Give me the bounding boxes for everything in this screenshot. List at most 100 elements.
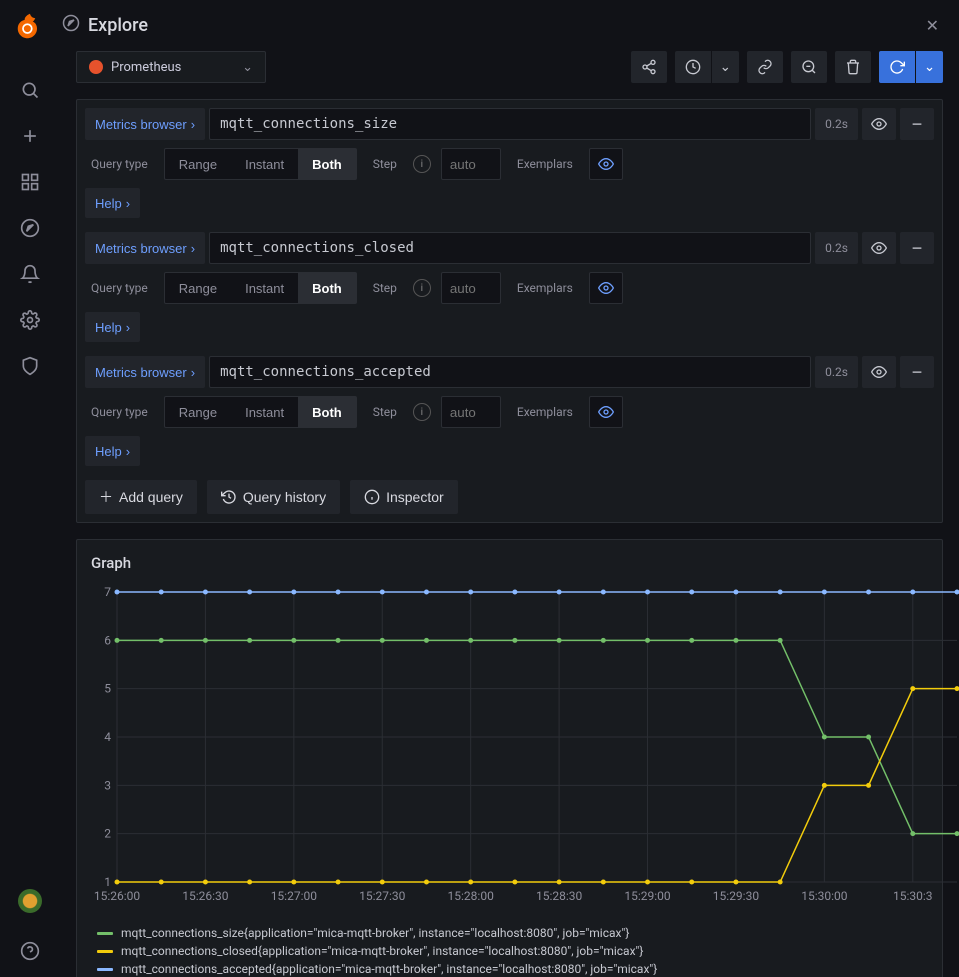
prometheus-icon	[89, 60, 103, 74]
minus-icon: −	[912, 115, 923, 133]
time-range-dropdown[interactable]: ⌄	[711, 51, 739, 83]
datasource-picker[interactable]: Prometheus ⌄	[76, 51, 266, 83]
run-interval-dropdown[interactable]: ⌄	[915, 51, 943, 83]
svg-text:15:30:00: 15:30:00	[801, 889, 848, 903]
legend-label: mqtt_connections_closed{application="mic…	[121, 944, 643, 958]
remove-query-button[interactable]: −	[900, 232, 934, 264]
dashboards-icon[interactable]	[10, 162, 50, 202]
legend-label: mqtt_connections_size{application="mica-…	[121, 926, 629, 940]
metrics-browser-button[interactable]: Metrics browser›	[85, 356, 205, 388]
remove-query-button[interactable]: −	[900, 108, 934, 140]
chevron-right-icon: ›	[126, 320, 130, 335]
run-query-button[interactable]	[879, 51, 915, 83]
plus-icon: ＋	[99, 487, 113, 507]
legend-label: mqtt_connections_accepted{application="m…	[121, 962, 657, 976]
svg-text:15:29:00: 15:29:00	[624, 889, 671, 903]
svg-text:15:28:30: 15:28:30	[536, 889, 583, 903]
query-type-label: Query type	[85, 281, 154, 295]
query-type-option[interactable]: Instant	[231, 149, 298, 179]
user-avatar[interactable]	[18, 889, 42, 913]
query-type-segmented: RangeInstantBoth	[164, 396, 357, 428]
toggle-visibility-button[interactable]	[862, 356, 896, 388]
nav-sidebar	[0, 0, 60, 977]
exemplars-toggle[interactable]	[589, 396, 623, 428]
query-type-option[interactable]: Range	[165, 273, 231, 303]
remove-query-button[interactable]: −	[900, 356, 934, 388]
inspector-button[interactable]: Inspector	[350, 480, 458, 514]
help-icon[interactable]	[10, 931, 50, 971]
legend-item[interactable]: mqtt_connections_closed{application="mic…	[97, 942, 932, 960]
search-icon[interactable]	[10, 70, 50, 110]
step-info-icon[interactable]: i	[413, 279, 431, 297]
query-type-option[interactable]: Both	[298, 397, 356, 427]
time-range-button[interactable]	[675, 51, 711, 83]
toggle-visibility-button[interactable]	[862, 108, 896, 140]
query-type-label: Query type	[85, 405, 154, 419]
chart-area[interactable]: 123456715:26:0015:26:3015:27:0015:27:301…	[87, 582, 932, 916]
legend-item[interactable]: mqtt_connections_accepted{application="m…	[97, 960, 932, 977]
step-info-icon[interactable]: i	[413, 155, 431, 173]
query-type-option[interactable]: Both	[298, 149, 356, 179]
minus-icon: −	[912, 363, 923, 381]
query-timing: 0.2s	[815, 232, 858, 264]
chevron-right-icon: ›	[191, 365, 195, 380]
eye-icon	[871, 240, 887, 256]
page-header: Explore ✕	[60, 0, 959, 51]
link-button[interactable]	[747, 51, 783, 83]
step-input[interactable]	[441, 272, 501, 304]
legend-item[interactable]: mqtt_connections_size{application="mica-…	[97, 924, 932, 942]
legend-swatch	[97, 968, 113, 971]
step-label: Step	[367, 157, 403, 171]
query-input[interactable]	[209, 108, 811, 140]
zoom-out-button[interactable]	[791, 51, 827, 83]
compass-icon	[62, 14, 80, 37]
info-icon	[364, 489, 380, 505]
help-button[interactable]: Help›	[85, 436, 140, 466]
legend-swatch	[97, 950, 113, 953]
settings-gear-icon[interactable]	[10, 300, 50, 340]
query-type-option[interactable]: Range	[165, 397, 231, 427]
step-input[interactable]	[441, 148, 501, 180]
step-label: Step	[367, 281, 403, 295]
exemplars-toggle[interactable]	[589, 272, 623, 304]
query-type-option[interactable]: Instant	[231, 273, 298, 303]
exemplars-label: Exemplars	[511, 405, 579, 419]
eye-icon	[598, 404, 614, 420]
chevron-right-icon: ›	[191, 241, 195, 256]
svg-text:6: 6	[104, 633, 111, 647]
metrics-browser-button[interactable]: Metrics browser›	[85, 232, 205, 264]
help-button[interactable]: Help›	[85, 188, 140, 218]
shield-icon[interactable]	[10, 346, 50, 386]
svg-text:15:26:00: 15:26:00	[94, 889, 141, 903]
query-timing: 0.2s	[815, 356, 858, 388]
page-title: Explore	[88, 15, 148, 36]
toggle-visibility-button[interactable]	[862, 232, 896, 264]
clear-button[interactable]	[835, 51, 871, 83]
exemplars-label: Exemplars	[511, 157, 579, 171]
add-query-button[interactable]: ＋ Add query	[85, 480, 197, 514]
query-type-option[interactable]: Both	[298, 273, 356, 303]
close-icon[interactable]: ✕	[922, 12, 943, 39]
create-icon[interactable]	[10, 116, 50, 156]
svg-text:4: 4	[104, 730, 111, 744]
metrics-browser-button[interactable]: Metrics browser›	[85, 108, 205, 140]
query-history-button[interactable]: Query history	[207, 480, 340, 514]
svg-text:3: 3	[104, 778, 111, 792]
grafana-logo-icon[interactable]	[16, 12, 44, 40]
step-info-icon[interactable]: i	[413, 403, 431, 421]
step-input[interactable]	[441, 396, 501, 428]
eye-icon	[871, 364, 887, 380]
minus-icon: −	[912, 239, 923, 257]
query-type-option[interactable]: Range	[165, 149, 231, 179]
main-content: Explore ✕ Prometheus ⌄ ⌄	[60, 0, 959, 977]
exemplars-toggle[interactable]	[589, 148, 623, 180]
query-type-option[interactable]: Instant	[231, 397, 298, 427]
share-button[interactable]	[631, 51, 667, 83]
help-button[interactable]: Help›	[85, 312, 140, 342]
query-input[interactable]	[209, 356, 811, 388]
alerting-icon[interactable]	[10, 254, 50, 294]
eye-icon	[871, 116, 887, 132]
query-input[interactable]	[209, 232, 811, 264]
explore-nav-icon[interactable]	[10, 208, 50, 248]
exemplars-label: Exemplars	[511, 281, 579, 295]
